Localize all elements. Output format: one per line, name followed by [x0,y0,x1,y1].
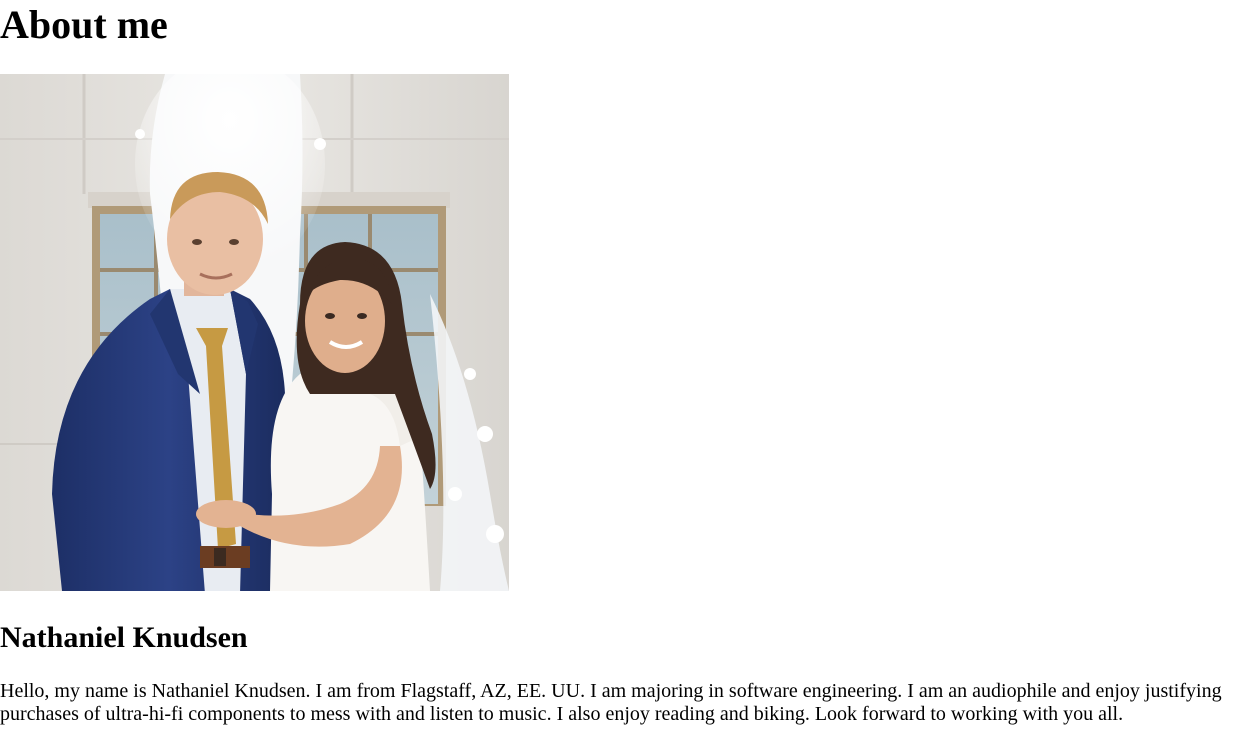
bio-paragraph: Hello, my name is Nathaniel Knudsen. I a… [0,680,1222,725]
page-title: About me [0,2,168,47]
profile-photo [0,74,509,591]
person-name: Nathaniel Knudsen [0,621,248,654]
